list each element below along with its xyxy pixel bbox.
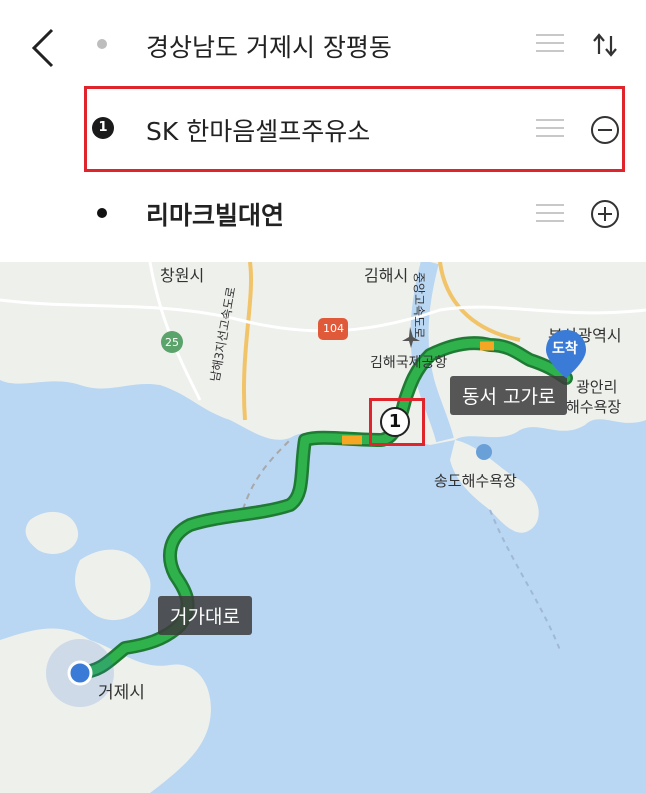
current-location-icon bbox=[67, 660, 93, 686]
route-25-label: 25 bbox=[165, 336, 179, 349]
road-callout-geoga: 거가대로 bbox=[158, 596, 252, 635]
route-104-label: 104 bbox=[323, 322, 344, 335]
route-editor: 경상남도 거제시 장평동 1 SK 한마음셀프주유소 리마크빌대연 bbox=[0, 0, 646, 262]
map-label-expressway-2: 중앙고속도로 bbox=[412, 272, 426, 339]
add-icon[interactable] bbox=[590, 199, 620, 229]
map-label-geoje: 거제시 bbox=[98, 683, 145, 703]
origin-row[interactable]: 경상남도 거제시 장평동 bbox=[0, 12, 646, 76]
map-label-songdo: 송도해수욕장 bbox=[434, 472, 517, 490]
destination-pin-label: 도착 bbox=[552, 341, 578, 357]
destination-dot-icon bbox=[97, 208, 107, 218]
origin-dot-icon bbox=[97, 39, 107, 49]
map-label-changwon: 창원시 bbox=[160, 266, 205, 285]
map-label-haesu: 해수욕장 bbox=[566, 398, 622, 416]
destination-row[interactable]: 리마크빌대연 bbox=[0, 180, 646, 244]
drag-handle-icon[interactable] bbox=[536, 204, 564, 224]
road-callout-dongseo: 동서 고가로 bbox=[450, 376, 568, 415]
drag-handle-icon[interactable] bbox=[536, 34, 564, 54]
map-label-gimhae-airport: 김해국제공항 bbox=[370, 355, 448, 371]
swap-icon[interactable] bbox=[590, 30, 620, 60]
destination-label: 리마크빌대연 bbox=[146, 201, 285, 230]
waypoint-map-marker[interactable]: 1 bbox=[380, 407, 410, 437]
small-island-2 bbox=[25, 511, 79, 554]
map-label-gimhae: 김해시 bbox=[364, 266, 409, 285]
beach-icon bbox=[476, 444, 492, 460]
origin-label: 경상남도 거제시 장평동 bbox=[146, 33, 392, 62]
waypoint-highlight-box bbox=[84, 86, 625, 172]
small-island bbox=[75, 549, 151, 621]
